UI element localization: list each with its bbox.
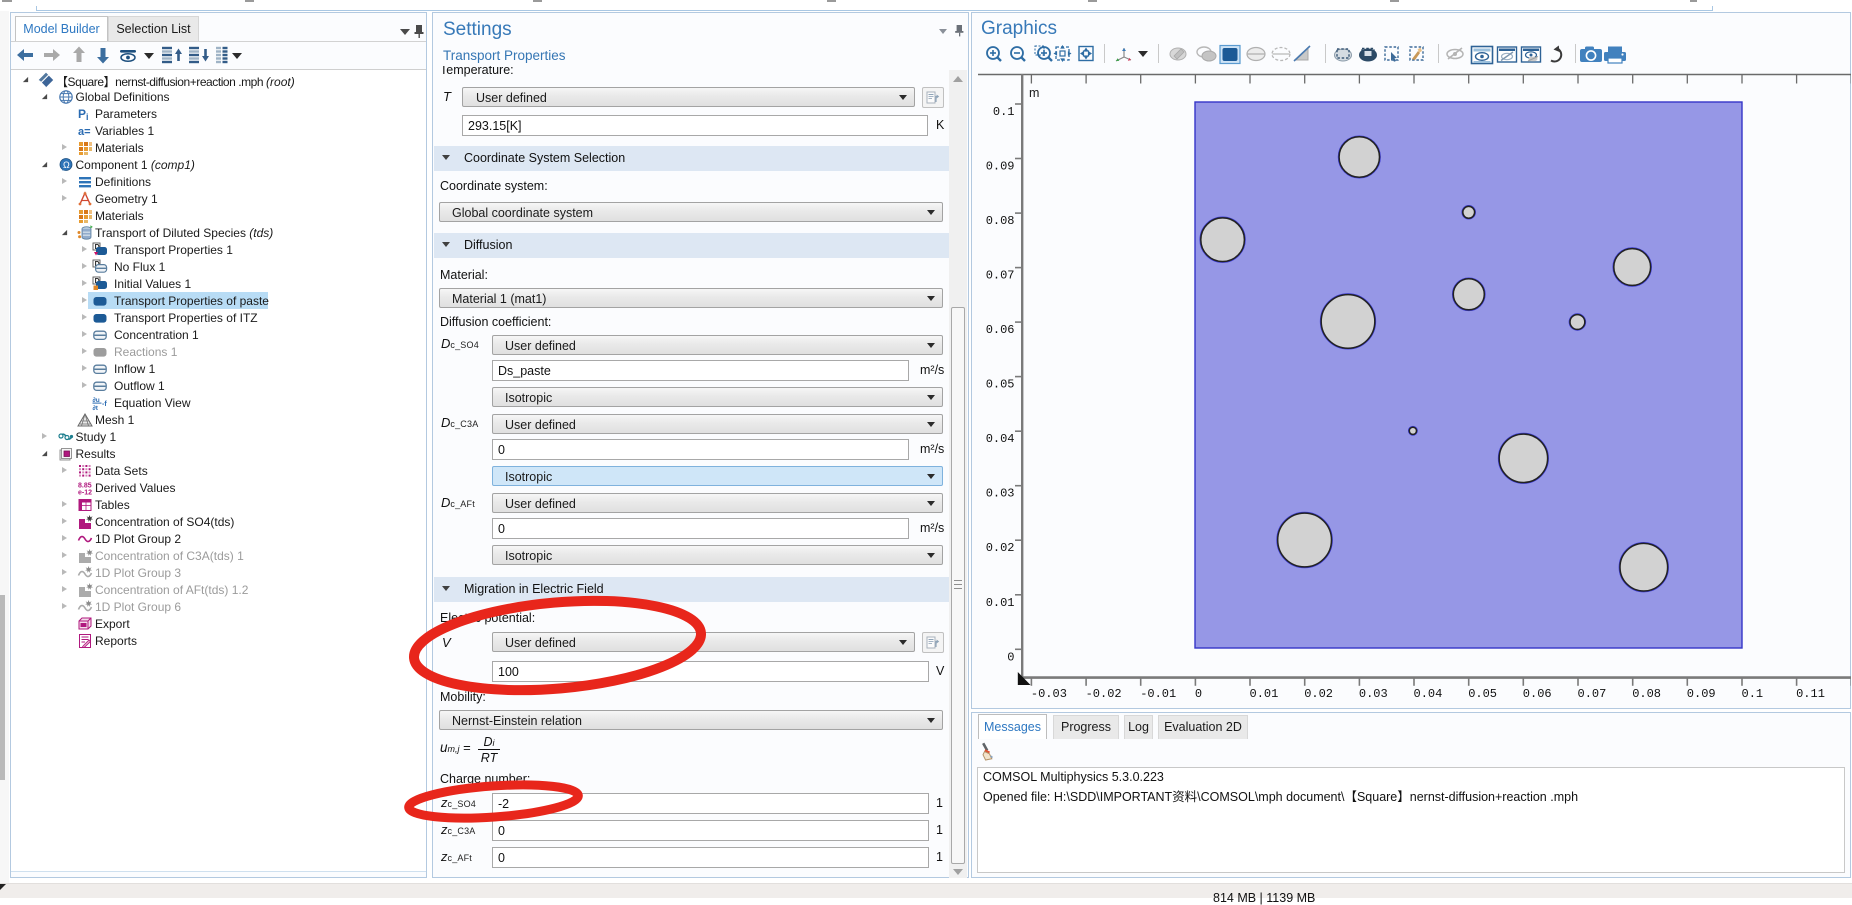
- svg-text:-0.02: -0.02: [1086, 687, 1122, 701]
- svg-text:0.05: 0.05: [986, 378, 1015, 392]
- svg-text:0.04: 0.04: [1414, 687, 1443, 701]
- svg-text:0.03: 0.03: [986, 487, 1015, 501]
- svg-text:0.07: 0.07: [1578, 687, 1607, 701]
- svg-text:0: 0: [1195, 687, 1202, 701]
- svg-text:0.05: 0.05: [1468, 687, 1497, 701]
- svg-text:0.11: 0.11: [1796, 687, 1825, 701]
- svg-text:e-12: e-12: [78, 489, 92, 496]
- svg-text:0.02: 0.02: [986, 541, 1015, 555]
- svg-text:a=: a=: [78, 126, 91, 138]
- svg-text:i: i: [86, 112, 89, 122]
- svg-text:0.09: 0.09: [1687, 687, 1716, 701]
- svg-text:0.1: 0.1: [993, 105, 1015, 119]
- svg-text:0.04: 0.04: [986, 432, 1015, 446]
- svg-text:0.07: 0.07: [986, 269, 1015, 283]
- svg-text:0.08: 0.08: [986, 214, 1015, 228]
- svg-text:-0.01: -0.01: [1140, 687, 1176, 701]
- svg-text:m: m: [1029, 86, 1039, 100]
- svg-text:-f: -f: [102, 401, 107, 408]
- svg-text:0.06: 0.06: [1523, 687, 1552, 701]
- svg-text:0.02: 0.02: [1304, 687, 1333, 701]
- svg-text:Ω: Ω: [63, 160, 70, 170]
- svg-text:8.85: 8.85: [78, 482, 92, 489]
- svg-text:0.1: 0.1: [1742, 687, 1764, 701]
- svg-text:0.03: 0.03: [1359, 687, 1388, 701]
- svg-text:0.06: 0.06: [986, 323, 1015, 337]
- svg-text:P: P: [78, 107, 86, 121]
- svg-text:0.09: 0.09: [986, 160, 1015, 174]
- svg-text:-0.03: -0.03: [1031, 687, 1067, 701]
- svg-text:∂t: ∂t: [93, 405, 99, 411]
- svg-text:0.01: 0.01: [1250, 687, 1279, 701]
- svg-text:0.08: 0.08: [1632, 687, 1661, 701]
- svg-text:0: 0: [1007, 650, 1014, 664]
- svg-text:0.01: 0.01: [986, 596, 1015, 610]
